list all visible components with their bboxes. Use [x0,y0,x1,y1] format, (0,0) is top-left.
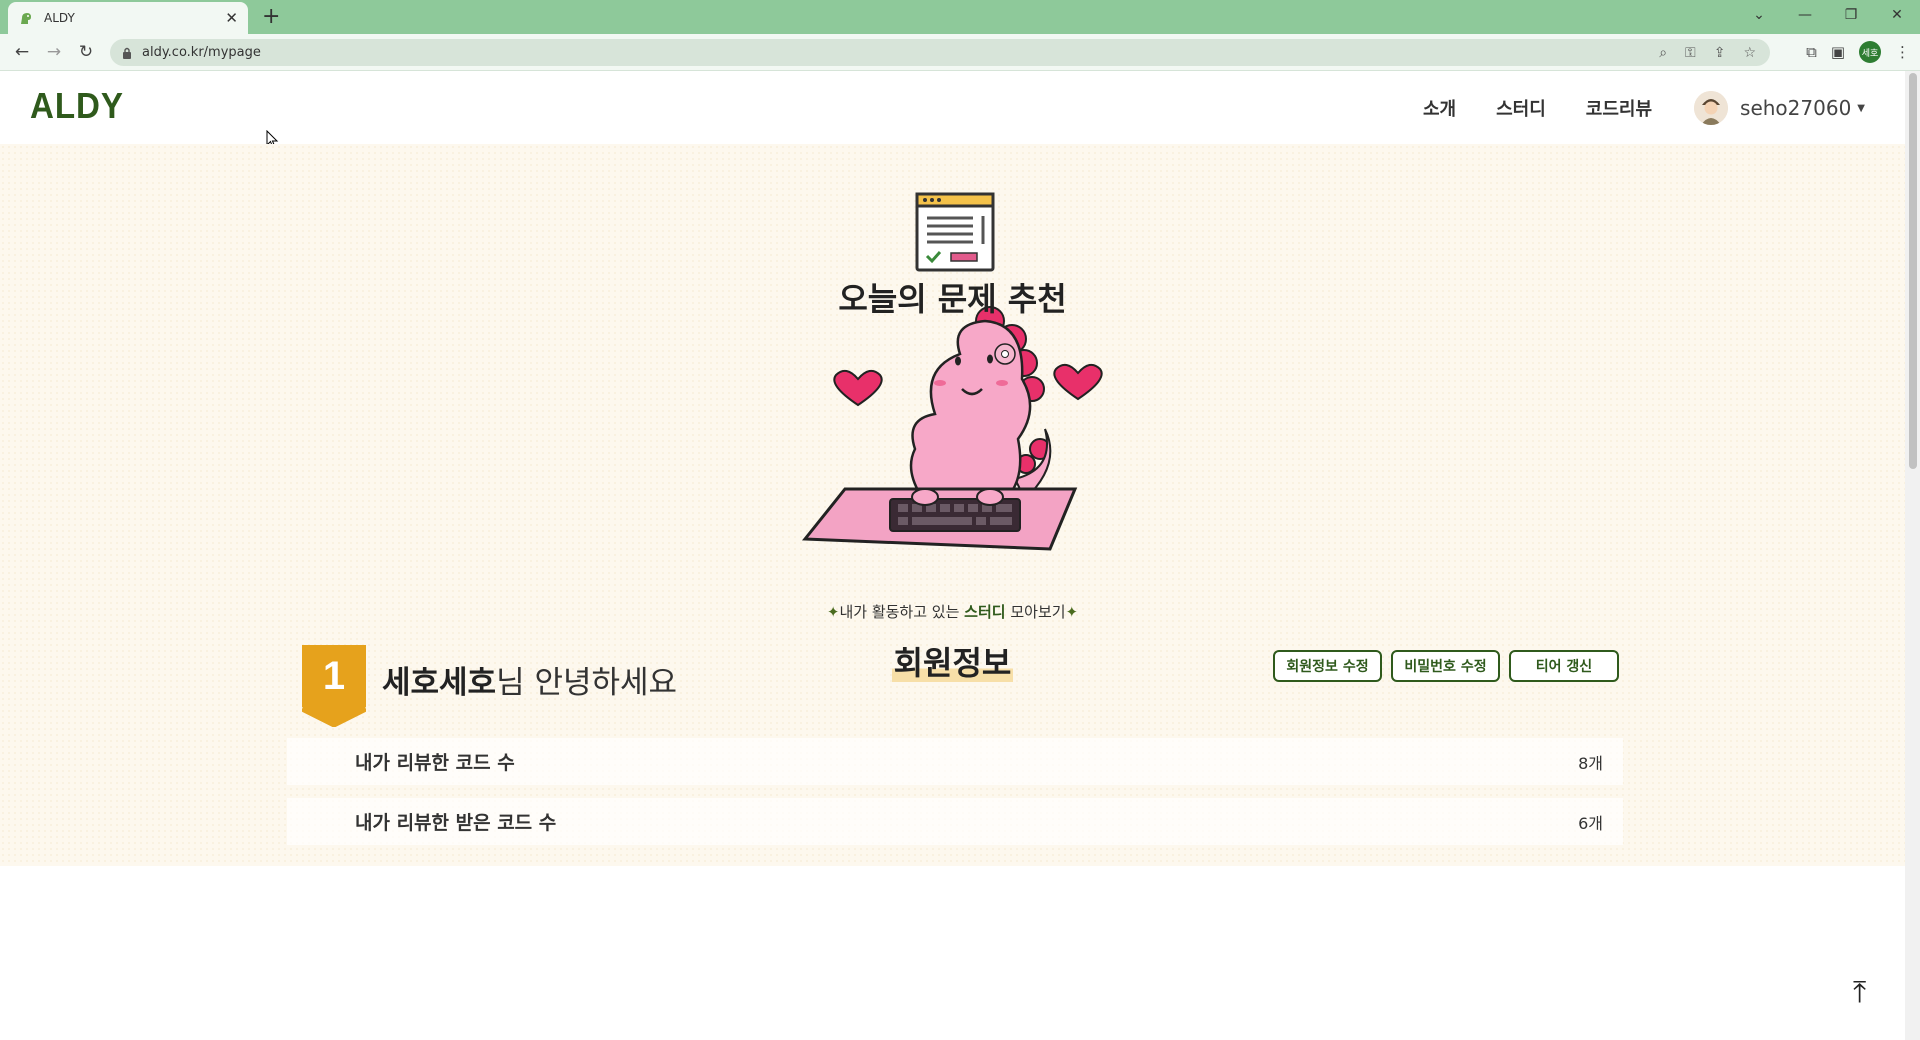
browser-tab-bar: ALDY ✕ + ⌄ — ❐ ✕ [0,0,1920,34]
key-icon[interactable]: ⚿ [1685,45,1696,61]
stat-label: 내가 리뷰한 코드 수 [355,752,515,774]
tab-title: ALDY [44,11,75,25]
study-subtitle: ✦내가 활동하고 있는 스터디 모아보기✦ [0,601,1905,622]
stat-value: 6개 [1578,813,1603,833]
greeting: 세호세호님 안녕하세요 [382,657,677,702]
user-menu[interactable]: seho27060 ▼ [1694,91,1865,125]
profile-actions: 회원정보 수정 비밀번호 수정 티어 갱신 [1273,650,1619,682]
sparkle-icon: ✦ [826,603,840,621]
reload-icon[interactable]: ↻ [74,40,98,64]
subtitle-suffix: 모아보기 [1005,603,1066,621]
review-stats: 내가 리뷰한 코드 수 8개 내가 리뷰한 받은 코드 수 6개 [287,738,1623,858]
arrow-up-icon[interactable]: ⤒ [1853,975,1866,1010]
menu-icon[interactable]: ⋮ [1895,43,1910,61]
stat-row: 내가 리뷰한 코드 수 8개 [287,738,1623,785]
sparkle-icon: ✦ [1065,603,1079,621]
main-nav: 소개 스터디 코드리뷰 seho27060 ▼ [1383,85,1865,131]
tier-number: 1 [323,654,345,698]
page-content: ALDY 소개 스터디 코드리뷰 seho27060 ▼ ✦내가 활동하고 있는… [0,71,1905,1040]
url-text: aldy.co.kr/mypage [142,45,261,60]
zoom-icon[interactable]: ⌕ [1659,45,1667,61]
scrollbar-thumb[interactable] [1909,73,1917,469]
tab-close-icon[interactable]: ✕ [225,9,238,27]
tab-search-icon[interactable]: ⌄ [1736,0,1782,30]
dino-favicon-icon [21,13,31,24]
stat-value: 8개 [1578,753,1603,773]
restore-button[interactable]: ❐ [1828,0,1874,30]
nav-item-intro[interactable]: 소개 [1423,95,1456,121]
chevron-down-icon: ▼ [1857,102,1865,114]
section-title: 회원정보 [0,638,1905,684]
nav-item-study[interactable]: 스터디 [1496,95,1546,121]
extension-icon[interactable]: ⧉ [1806,43,1817,61]
recommend-section [0,866,1905,1040]
scrollbar[interactable] [1905,71,1920,1040]
profile-avatar[interactable]: 세호 [1859,41,1881,63]
browser-toolbar: ← → ↻ aldy.co.kr/mypage ⌕ ⚿ ⇪ ☆ ⧉ ▣ 세호 ⋮ [0,34,1920,71]
nav-item-code-review[interactable]: 코드리뷰 [1586,95,1652,121]
edit-info-button[interactable]: 회원정보 수정 [1273,650,1382,682]
document-check-icon [915,192,995,272]
tier-badge-icon: 1 [302,645,366,727]
recommend-title: 오늘의 문제 추천 [838,280,1067,318]
subtitle-highlight: 스터디 [964,603,1006,621]
dino-mascot-illustration [801,306,1103,551]
forward-icon[interactable]: → [42,40,66,64]
minimize-button[interactable]: — [1782,0,1828,30]
edit-password-button[interactable]: 비밀번호 수정 [1391,650,1500,682]
site-logo[interactable]: ALDY [30,85,124,127]
greeting-suffix: 님 안녕하세요 [496,665,678,701]
section-title-text: 회원정보 [891,644,1014,682]
stat-label: 내가 리뷰한 받은 코드 수 [355,812,557,834]
lock-icon [123,47,131,59]
username: seho27060 [1740,96,1852,120]
refresh-tier-button[interactable]: 티어 갱신 [1509,650,1619,682]
star-icon[interactable]: ☆ [1743,45,1756,61]
nickname: 세호세호 [382,665,497,701]
back-icon[interactable]: ← [10,40,34,64]
site-header: ALDY 소개 스터디 코드리뷰 seho27060 ▼ [0,71,1905,144]
stat-row: 내가 리뷰한 받은 코드 수 6개 [287,798,1623,845]
close-window-button[interactable]: ✕ [1874,0,1920,30]
browser-tab[interactable]: ALDY ✕ [8,2,248,34]
avatar [1694,91,1729,125]
subtitle-prefix: 내가 활동하고 있는 [839,603,965,621]
sidepanel-icon[interactable]: ▣ [1831,43,1845,61]
share-icon[interactable]: ⇪ [1714,45,1726,61]
address-bar[interactable]: aldy.co.kr/mypage ⌕ ⚿ ⇪ ☆ [110,39,1770,66]
new-tab-button[interactable]: + [262,5,280,29]
